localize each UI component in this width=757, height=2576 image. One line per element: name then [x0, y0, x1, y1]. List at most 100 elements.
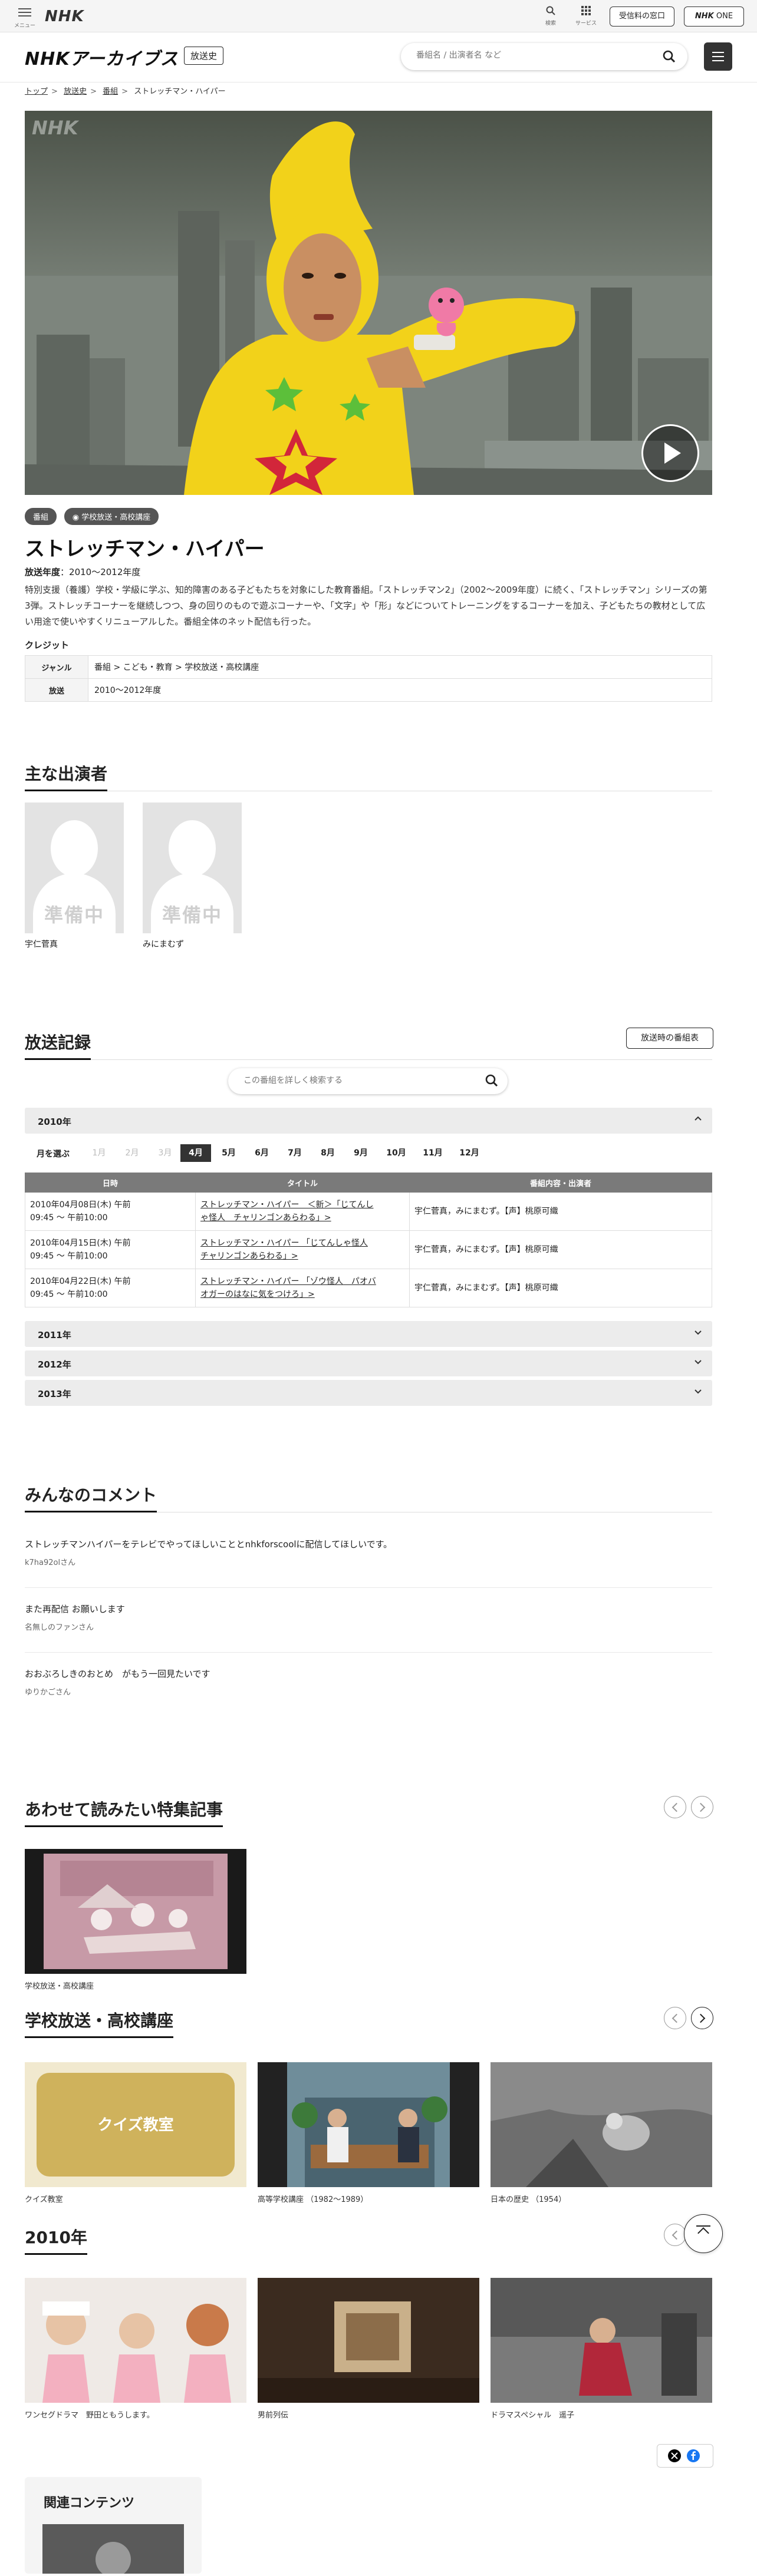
- breadcrumb-top[interactable]: トップ: [25, 87, 48, 96]
- chevron-down-icon: [695, 1360, 702, 1365]
- global-topbar: メニュー NHK 検索 サービス 受信料の窓口 NHK ONE: [0, 0, 757, 32]
- table-header-row: 日時 タイトル 番組内容・出演者: [25, 1173, 712, 1193]
- program-search-input[interactable]: [242, 1075, 469, 1086]
- play-button[interactable]: [641, 424, 699, 482]
- comment-user: ゆりかごさん: [25, 1688, 71, 1697]
- month-selector-label: 月を選ぶ: [37, 1150, 70, 1159]
- archives-search-input[interactable]: [415, 50, 653, 61]
- chevron-up-icon: [695, 1116, 702, 1121]
- global-menu-button[interactable]: メニュー: [13, 5, 37, 29]
- month-10[interactable]: 10月: [381, 1144, 412, 1162]
- search-icon[interactable]: [663, 50, 676, 65]
- year-accordion-2012[interactable]: 2012年: [25, 1350, 712, 1376]
- nhk-one-button[interactable]: NHK ONE: [684, 6, 744, 27]
- month-12[interactable]: 12月: [454, 1144, 485, 1162]
- year2010-title: 2010年: [25, 2225, 87, 2255]
- broadcast-record-heading: 放送記録: [25, 1030, 712, 1060]
- comment-user: k7ha92olさん: [25, 1558, 76, 1567]
- school-card[interactable]: 高等学校講座 （1982〜1989）: [258, 2062, 479, 2204]
- column-header: タイトル: [195, 1173, 410, 1193]
- features-prev-button[interactable]: [664, 1796, 686, 1818]
- breadcrumb-history[interactable]: 放送史: [64, 87, 87, 96]
- related-content-title: 関連コンテンツ: [44, 2496, 135, 2511]
- comments-title: みんなのコメント: [25, 1482, 157, 1512]
- broadcast-year: 放送年度：2010〜2012年度: [25, 567, 141, 577]
- global-search-button[interactable]: 検索: [538, 6, 564, 27]
- nhk-one-label: ONE: [716, 12, 733, 21]
- performer-name: 宇仁菅真: [25, 940, 58, 949]
- year2010-heading: 2010年: [25, 2225, 712, 2255]
- year2010-card[interactable]: ドラマスペシャル 遥子: [491, 2278, 712, 2420]
- year2010-card[interactable]: 男前列伝: [258, 2278, 479, 2420]
- month-9[interactable]: 9月: [345, 1144, 376, 1162]
- episode-title-link[interactable]: ストレッチマン・ハイパー 「ゾウ怪人 パオバ オガーのはなに気をつけろ」>: [195, 1269, 410, 1307]
- performer-photo-placeholder: 準備中: [143, 802, 242, 933]
- back-to-top-button[interactable]: [684, 2214, 723, 2253]
- year2010-prev-button[interactable]: [664, 2224, 686, 2246]
- search-icon[interactable]: [485, 1074, 498, 1089]
- archives-logo[interactable]: NHKアーカイブス: [25, 44, 179, 70]
- archives-search-box: [401, 43, 687, 70]
- episode-title-link[interactable]: ストレッチマン・ハイパー ＜新＞「じてんし ゃ怪人 チャリンゴンあらわる」>: [195, 1192, 410, 1231]
- fee-window-button[interactable]: 受信料の窓口: [610, 6, 674, 27]
- month-7[interactable]: 7月: [279, 1144, 310, 1162]
- placeholder-label: 準備中: [162, 904, 222, 926]
- credit-value: 番組 > こども・教育 > 学校放送・高校講座: [88, 655, 712, 679]
- episode-title-line: ゃ怪人 チャリンゴンあらわる」>: [200, 1213, 331, 1223]
- grid-icon: [573, 6, 599, 19]
- year2010-thumbnail: [491, 2278, 712, 2403]
- episode-title-line: ストレッチマン・ハイパー 「じてんしゃ怪人: [200, 1239, 368, 1248]
- features-next-button[interactable]: [691, 1796, 713, 1818]
- comment-item: また再配信 お願いします 名無しのファンさん: [25, 1603, 712, 1653]
- performer-card[interactable]: 準備中 みにまむず: [143, 802, 242, 950]
- facebook-share-icon[interactable]: [687, 2449, 700, 2462]
- tag-icon: ◉: [72, 513, 82, 522]
- school-thumbnail: クイズ教室: [25, 2062, 246, 2187]
- broadcast-year-label: 放送年度: [25, 567, 61, 577]
- search-label: 検索: [545, 21, 556, 27]
- services-button[interactable]: サービス: [573, 6, 599, 27]
- performers-heading: 主な出演者: [25, 761, 712, 791]
- school-thumbnail: [491, 2062, 712, 2187]
- breadcrumb-programs[interactable]: 番組: [103, 87, 118, 96]
- year-accordion-2011[interactable]: 2011年: [25, 1321, 712, 1347]
- year-accordion-2010[interactable]: 2010年: [25, 1108, 712, 1134]
- credit-value: 2010〜2012年度: [88, 678, 712, 702]
- month-8[interactable]: 8月: [312, 1144, 343, 1162]
- school-heading: 学校放送・高校講座: [25, 2008, 712, 2038]
- program-description: 特別支援（養護）学校・学級に学ぶ、知的障害のある子どもたちを対象にした教育番組。…: [25, 584, 707, 627]
- comment-item: ストレッチマンハイパーをテレビでやってほしいこととnhkforscoolに配信し…: [25, 1538, 712, 1588]
- year2010-card[interactable]: ワンセグドラマ 野田ともうします。: [25, 2278, 246, 2420]
- related-content-thumbnail[interactable]: [42, 2524, 184, 2576]
- episode-title-link[interactable]: ストレッチマン・ハイパー 「じてんしゃ怪人 チャリンゴンあらわる」>: [195, 1230, 410, 1269]
- episode-title-line: オガーのはなに気をつけろ」>: [200, 1290, 315, 1299]
- nhk-logo[interactable]: NHK: [45, 8, 84, 25]
- performers-title: 主な出演者: [25, 761, 108, 791]
- feature-card[interactable]: 学校放送・高校講座: [25, 1849, 246, 1991]
- school-next-button[interactable]: [691, 2007, 713, 2029]
- services-label: サービス: [575, 21, 597, 27]
- year2010-caption: ドラマスペシャル 遥子: [491, 2411, 575, 2420]
- school-title: 学校放送・高校講座: [25, 2008, 174, 2038]
- tag-program[interactable]: 番組: [25, 508, 57, 525]
- broadcast-record-title: 放送記録: [25, 1030, 91, 1060]
- school-card[interactable]: 日本の歴史 （1954）: [491, 2062, 712, 2204]
- episode-title-line: チャリンゴンあらわる」>: [200, 1251, 298, 1261]
- history-tag[interactable]: 放送史: [184, 47, 224, 65]
- month-4[interactable]: 4月: [180, 1144, 211, 1162]
- school-card[interactable]: クイズ教室 クイズ教室: [25, 2062, 246, 2204]
- month-6[interactable]: 6月: [246, 1144, 277, 1162]
- breadcrumb-current: ストレッチマン・ハイパー: [134, 87, 226, 96]
- program-hero-image[interactable]: NHK: [25, 111, 712, 495]
- tag-school-broadcast[interactable]: ◉ 学校放送・高校講座: [64, 508, 159, 525]
- features-heading: あわせて読みたい特集記事: [25, 1797, 712, 1827]
- broadcast-date: 2010年04月22日(木) 午前: [30, 1277, 131, 1286]
- x-share-icon[interactable]: [668, 2449, 681, 2462]
- performer-card[interactable]: 準備中 宇仁菅真: [25, 802, 124, 950]
- month-11[interactable]: 11月: [417, 1144, 448, 1162]
- year-accordion-2013[interactable]: 2013年: [25, 1380, 712, 1406]
- school-prev-button[interactable]: [664, 2007, 686, 2029]
- schedule-button[interactable]: 放送時の番組表: [626, 1028, 713, 1049]
- month-5[interactable]: 5月: [213, 1144, 244, 1162]
- archives-menu-button[interactable]: [704, 42, 732, 71]
